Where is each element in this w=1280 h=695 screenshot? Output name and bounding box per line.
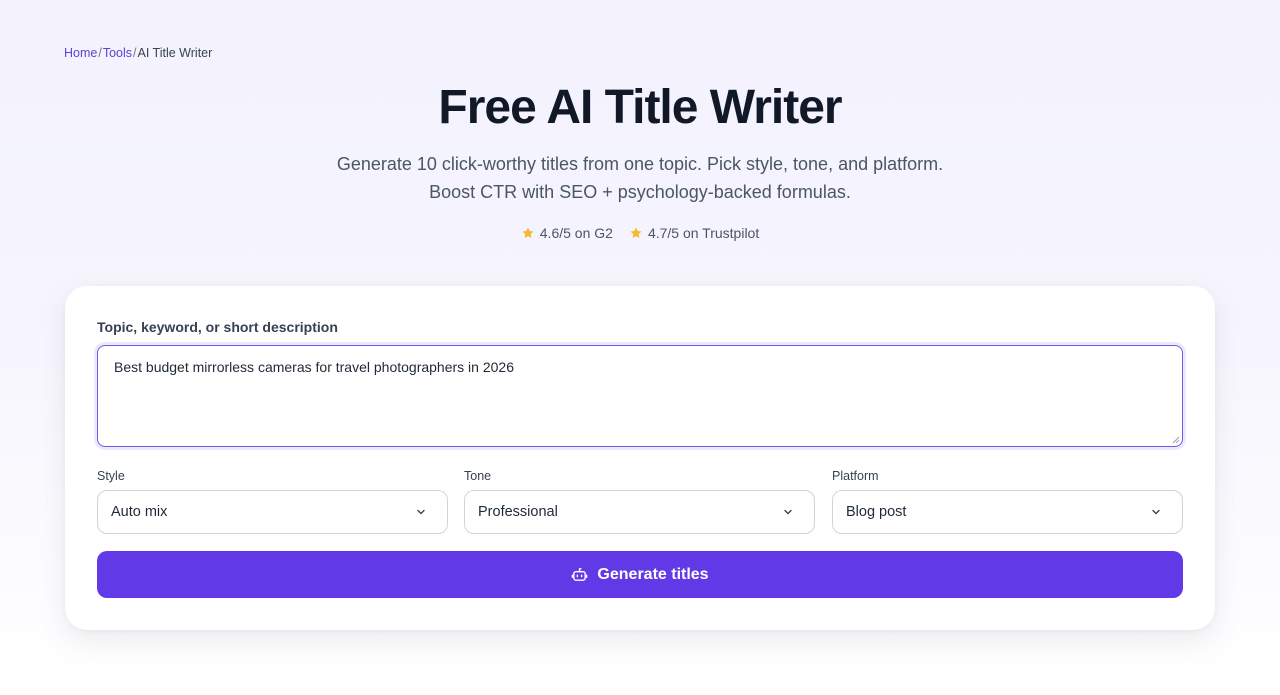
style-group: Style Auto mix <box>97 469 448 534</box>
generate-titles-button[interactable]: Generate titles <box>97 551 1183 598</box>
rating-trustpilot-text: 4.7/5 on Trustpilot <box>647 225 760 241</box>
chevron-down-icon <box>784 509 792 515</box>
breadcrumb-separator: / <box>98 46 102 60</box>
title-generator-card: Topic, keyword, or short description Bes… <box>65 286 1215 630</box>
subtitle-line-2: Boost CTR with SEO + psychology-backed f… <box>429 182 851 202</box>
platform-group: Platform Blog post <box>832 469 1183 534</box>
breadcrumb-home-link[interactable]: Home <box>64 46 97 60</box>
style-label: Style <box>97 469 125 483</box>
topic-label: Topic, keyword, or short description <box>97 319 338 335</box>
style-value: Auto mix <box>111 504 168 520</box>
robot-icon <box>572 568 588 581</box>
breadcrumb-tools-link[interactable]: Tools <box>103 46 132 60</box>
chevron-down-icon <box>417 509 425 515</box>
platform-value: Blog post <box>846 504 907 520</box>
chevron-down-icon <box>1152 509 1160 515</box>
hero: Free AI Title Writer Generate 10 click-w… <box>0 80 1280 206</box>
star-icon <box>522 227 534 239</box>
resize-handle-icon[interactable] <box>1172 436 1180 444</box>
tone-value: Professional <box>478 504 558 520</box>
tone-group: Tone Professional <box>464 469 815 534</box>
rating-g2-text: 4.6/5 on G2 <box>539 225 613 241</box>
page-title: Free AI Title Writer <box>438 81 842 134</box>
platform-label: Platform <box>832 469 879 483</box>
breadcrumb: Home / Tools / AI Title Writer <box>64 46 212 60</box>
breadcrumb-separator: / <box>133 46 137 60</box>
tone-select[interactable]: Professional <box>464 490 815 534</box>
breadcrumb-current: AI Title Writer <box>137 46 213 60</box>
style-select[interactable]: Auto mix <box>97 490 448 534</box>
tone-label: Tone <box>464 469 492 483</box>
topic-input[interactable]: Best budget mirrorless cameras for trave… <box>97 345 1183 447</box>
subtitle-line-1: Generate 10 click-worthy titles from one… <box>336 154 944 174</box>
rating-g2: 4.6/5 on G2 <box>521 225 613 241</box>
platform-select[interactable]: Blog post <box>832 490 1183 534</box>
page-subtitle: Generate 10 click-worthy titles from one… <box>0 150 1280 206</box>
rating-trustpilot: 4.7/5 on Trustpilot <box>629 225 759 241</box>
generate-titles-label: Generate titles <box>597 565 709 583</box>
ratings: 4.6/5 on G2 4.7/5 on Trustpilot <box>0 225 1280 241</box>
star-icon <box>630 227 642 239</box>
